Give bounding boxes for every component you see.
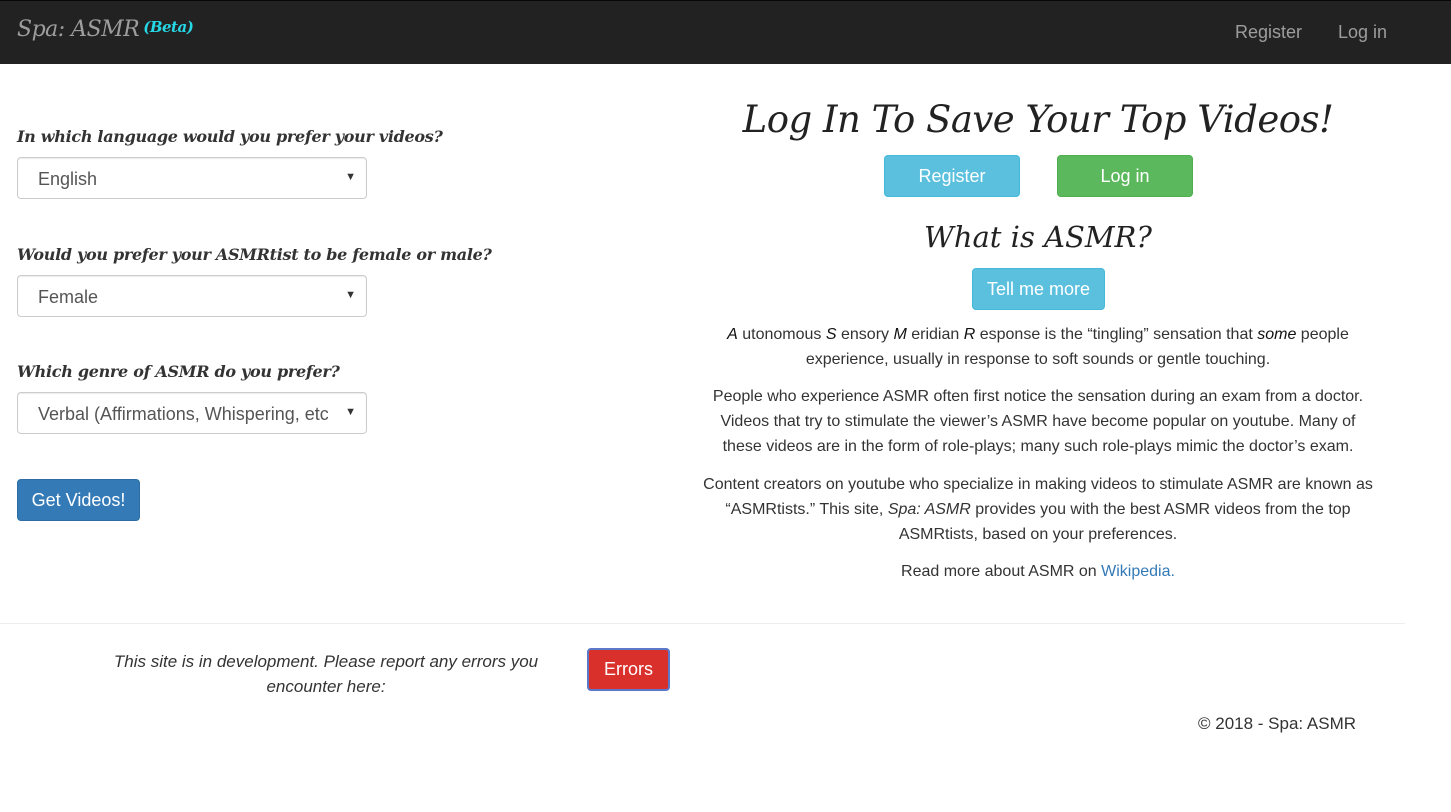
paragraph-text: Read more about ASMR on	[901, 563, 1102, 580]
nav-register-link[interactable]: Register	[1235, 22, 1302, 43]
read-more-paragraph: Read more about ASMR on Wikipedia.	[700, 559, 1376, 584]
gender-question-label: Would you prefer your ASMRtist to be fem…	[17, 245, 492, 264]
acronym-r: R	[963, 326, 976, 343]
definition-text: utonomous	[737, 326, 826, 343]
top-navbar: Spa: ASMR (Beta) Register Log in	[0, 0, 1451, 64]
definition-text: ensory	[836, 326, 894, 343]
development-notice: This site is in development. Please repo…	[113, 652, 539, 696]
acronym-m: M	[893, 326, 907, 343]
wikipedia-link[interactable]: Wikipedia.	[1101, 563, 1175, 580]
gender-select[interactable]: Female ▼	[17, 275, 367, 317]
asmr-definition-paragraph: A utonomous S ensory M eridian R esponse…	[700, 322, 1376, 372]
copyright-text: © 2018 - Spa: ASMR	[1198, 714, 1357, 733]
site-name-emphasis: Spa: ASMR	[887, 501, 971, 518]
register-button[interactable]: Register	[884, 155, 1020, 197]
definition-text: eridian	[906, 326, 964, 343]
language-select[interactable]: English ▼	[17, 157, 367, 199]
what-is-asmr-heading: What is ASMR?	[924, 220, 1152, 254]
genre-select[interactable]: Verbal (Affirmations, Whispering, etc.) …	[17, 392, 367, 434]
login-heading: Log In To Save Your Top Videos!	[742, 98, 1334, 141]
language-selected-value: English	[38, 169, 98, 189]
chevron-down-icon: ▼	[345, 171, 356, 183]
genre-selected-value: Verbal (Affirmations, Whispering, etc.)	[38, 404, 328, 424]
genre-question-label: Which genre of ASMR do you prefer?	[17, 362, 340, 381]
tell-me-more-button[interactable]: Tell me more	[972, 268, 1105, 310]
language-question-label: In which language would you prefer your …	[17, 127, 443, 146]
errors-button[interactable]: Errors	[587, 648, 670, 691]
get-videos-button[interactable]: Get Videos!	[17, 479, 140, 521]
beta-badge: (Beta)	[143, 18, 194, 36]
definition-text: esponse is the “tingling” sensation that	[975, 326, 1258, 343]
gender-selected-value: Female	[38, 287, 99, 307]
acronym-a: A	[727, 326, 738, 343]
asmrtists-paragraph: Content creators on youtube who speciali…	[700, 472, 1376, 547]
chevron-down-icon: ▼	[345, 406, 356, 418]
nav-login-link[interactable]: Log in	[1338, 22, 1387, 43]
brand-logo-link[interactable]: Spa: ASMR (Beta)	[17, 17, 194, 42]
acronym-s: S	[825, 326, 837, 343]
emphasis-some: some	[1257, 326, 1297, 343]
brand-name: Spa: ASMR	[17, 17, 140, 42]
asmr-history-paragraph: People who experience ASMR often first n…	[712, 388, 1364, 455]
login-button[interactable]: Log in	[1057, 155, 1193, 197]
chevron-down-icon: ▼	[345, 289, 356, 301]
footer-divider	[0, 623, 1405, 624]
